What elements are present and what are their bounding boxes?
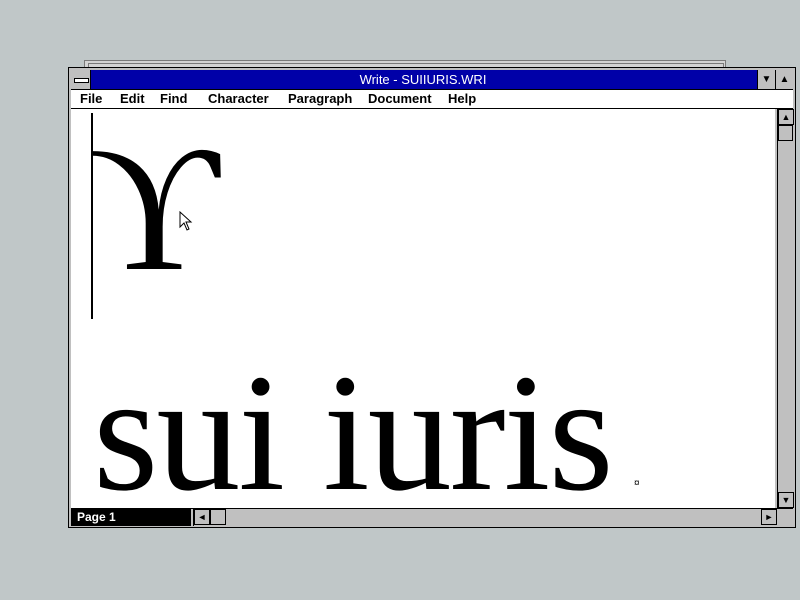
status-bar: Page 1 ◄ ► bbox=[71, 508, 793, 526]
scroll-down-button[interactable]: ▼ bbox=[778, 492, 794, 508]
menu-paragraph[interactable]: Paragraph bbox=[288, 91, 352, 107]
arrow-down-icon: ▼ bbox=[781, 495, 791, 505]
scroll-up-button[interactable]: ▲ bbox=[778, 109, 794, 125]
vertical-scroll-thumb[interactable] bbox=[778, 125, 793, 141]
menu-bar: File Edit Find Character Paragraph Docum… bbox=[71, 90, 793, 109]
window-title: Write - SUIIURIS.WRI bbox=[359, 72, 487, 87]
system-menu-icon bbox=[74, 78, 89, 83]
menu-file[interactable]: File bbox=[80, 91, 102, 107]
arrow-left-icon: ◄ bbox=[197, 512, 207, 522]
horizontal-scrollbar[interactable]: ◄ ► bbox=[193, 509, 777, 526]
document-area[interactable]: ϒ sui iuris ¤ bbox=[71, 109, 775, 508]
menu-help[interactable]: Help bbox=[448, 91, 476, 107]
maximize-button[interactable]: ▲ bbox=[775, 70, 793, 89]
menu-find[interactable]: Find bbox=[160, 91, 187, 107]
page-indicator: Page 1 bbox=[71, 509, 191, 526]
arrow-up-icon: ▲ bbox=[781, 112, 791, 122]
menu-edit[interactable]: Edit bbox=[120, 91, 145, 107]
vertical-scrollbar[interactable]: ▲ ▼ bbox=[777, 109, 794, 508]
horizontal-scroll-thumb[interactable] bbox=[210, 509, 226, 525]
system-menu-button[interactable] bbox=[71, 70, 91, 89]
maximize-icon: ▲ bbox=[779, 74, 790, 85]
write-window: Write - SUIIURIS.WRI ▼ ▲ File Edit Find … bbox=[68, 67, 796, 528]
document-text: sui iuris bbox=[93, 340, 614, 508]
menu-character[interactable]: Character bbox=[208, 91, 269, 107]
scroll-left-button[interactable]: ◄ bbox=[194, 509, 210, 525]
arrow-right-icon: ► bbox=[764, 512, 774, 522]
end-of-document-mark: ¤ bbox=[634, 478, 640, 489]
title-bar[interactable]: Write - SUIIURIS.WRI ▼ ▲ bbox=[71, 70, 793, 90]
minimize-button[interactable]: ▼ bbox=[757, 70, 775, 89]
minimize-icon: ▼ bbox=[761, 74, 772, 85]
upsilon-glyph: ϒ bbox=[89, 109, 219, 308]
mouse-pointer-icon bbox=[179, 211, 193, 231]
menu-document[interactable]: Document bbox=[368, 91, 432, 107]
scroll-right-button[interactable]: ► bbox=[761, 509, 777, 525]
